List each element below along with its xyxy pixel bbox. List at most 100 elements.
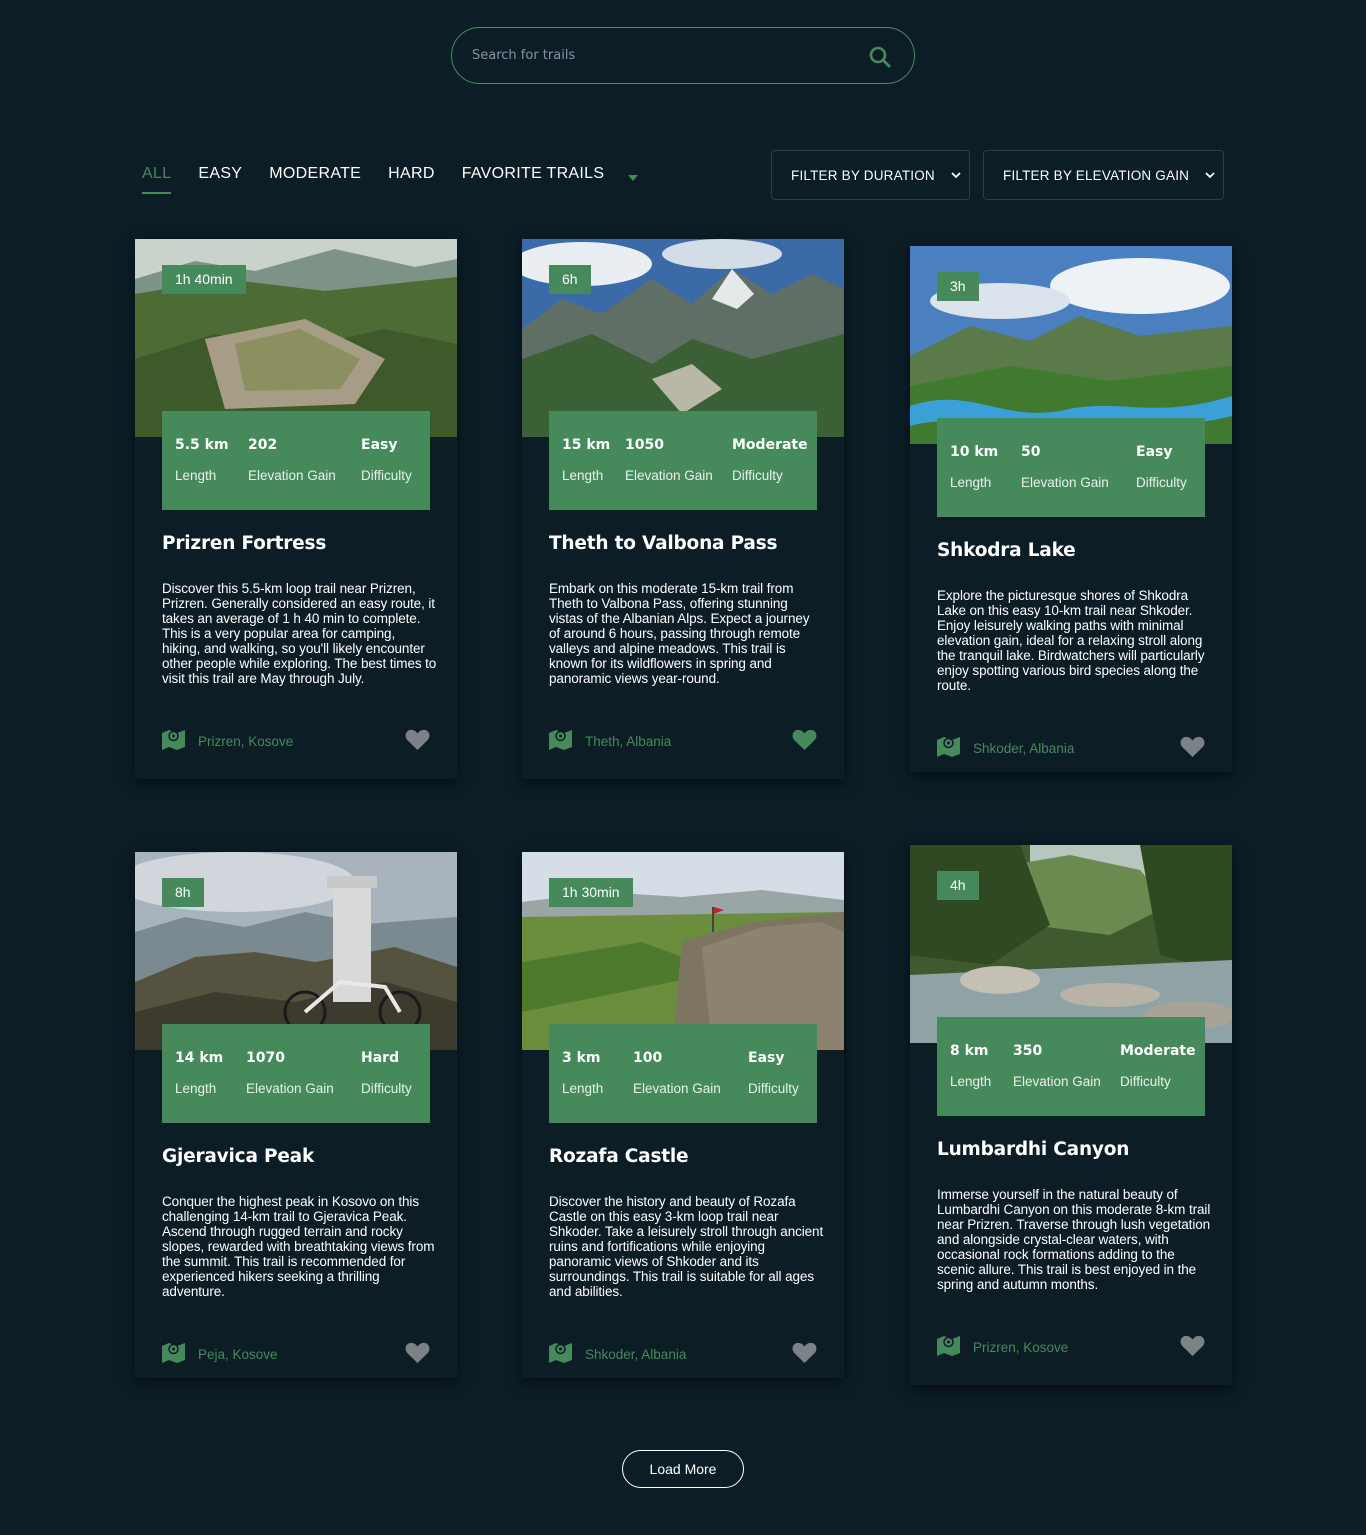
elevation-value: 100 (633, 1050, 663, 1066)
trail-title[interactable]: Gjeravica Peak (162, 1146, 314, 1167)
trail-location: Prizren, Kosove (973, 1340, 1069, 1355)
length-value: 15 km (562, 437, 611, 453)
trail-card[interactable]: 3h 10 km 50 Easy Length Elevation Gain D… (910, 246, 1232, 772)
map-icon (549, 730, 572, 750)
elevation-value: 1070 (246, 1050, 285, 1066)
search-bar (451, 27, 915, 84)
difficulty-value: Easy (1136, 444, 1173, 460)
elevation-label: Elevation Gain (1021, 475, 1109, 490)
length-label: Length (175, 1081, 217, 1096)
difficulty-label: Difficulty (361, 468, 412, 483)
trail-title[interactable]: Theth to Valbona Pass (549, 533, 778, 554)
search-icon[interactable] (868, 45, 892, 69)
difficulty-value: Easy (748, 1050, 785, 1066)
difficulty-label: Difficulty (361, 1081, 412, 1096)
trail-location: Theth, Albania (585, 734, 672, 749)
elevation-label: Elevation Gain (246, 1081, 334, 1096)
filter-elevation-label: FILTER BY ELEVATION GAIN (1003, 168, 1190, 183)
trail-stats: 14 km 1070 Hard Length Elevation Gain Di… (162, 1024, 430, 1123)
chevron-down-icon (951, 172, 961, 179)
trail-title[interactable]: Lumbardhi Canyon (937, 1139, 1129, 1160)
tab-favorite-trails[interactable]: FAVORITE TRAILS (462, 164, 605, 194)
trail-stats: 3 km 100 Easy Length Elevation Gain Diff… (549, 1024, 817, 1123)
trail-stats: 10 km 50 Easy Length Elevation Gain Diff… (937, 418, 1205, 517)
length-label: Length (562, 1081, 604, 1096)
duration-badge: 1h 30min (549, 878, 633, 907)
heart-icon[interactable] (1180, 1335, 1205, 1357)
load-more-button[interactable]: Load More (622, 1450, 744, 1488)
trail-title[interactable]: Shkodra Lake (937, 540, 1076, 561)
trail-card[interactable]: 1h 30min 3 km 100 Easy Length Elevation … (522, 852, 844, 1378)
heart-icon[interactable] (405, 1342, 430, 1364)
trail-location: Prizren, Kosove (198, 734, 294, 749)
trail-title[interactable]: Rozafa Castle (549, 1146, 689, 1167)
map-icon (937, 737, 960, 757)
difficulty-label: Difficulty (1120, 1074, 1171, 1089)
length-value: 5.5 km (175, 437, 229, 453)
difficulty-value: Moderate (1120, 1043, 1196, 1059)
difficulty-value: Hard (361, 1050, 400, 1066)
trail-location: Shkoder, Albania (973, 741, 1075, 756)
map-icon (937, 1336, 960, 1356)
difficulty-value: Moderate (732, 437, 808, 453)
chevron-down-icon (1205, 172, 1215, 179)
duration-badge: 6h (549, 265, 591, 294)
trail-description: Conquer the highest peak in Kosovo on th… (162, 1194, 435, 1299)
length-value: 10 km (950, 444, 999, 460)
trail-card[interactable]: 8h 14 km 1070 Hard Length Elevation Gain… (135, 852, 457, 1378)
map-icon (549, 1343, 572, 1363)
difficulty-value: Easy (361, 437, 398, 453)
trail-card[interactable]: 6h 15 km 1050 Moderate Length Elevation … (522, 239, 844, 779)
heart-icon[interactable] (405, 729, 430, 751)
trail-description: Discover the history and beauty of Rozaf… (549, 1194, 824, 1299)
trail-stats: 5.5 km 202 Easy Length Elevation Gain Di… (162, 411, 430, 510)
elevation-label: Elevation Gain (625, 468, 713, 483)
duration-badge: 4h (937, 871, 979, 900)
trail-description: Immerse yourself in the natural beauty o… (937, 1187, 1211, 1292)
trail-stats: 8 km 350 Moderate Length Elevation Gain … (937, 1017, 1205, 1116)
elevation-value: 202 (248, 437, 278, 453)
difficulty-tabs: ALL EASY MODERATE HARD FAVORITE TRAILS (142, 164, 631, 198)
trail-location: Peja, Kosove (198, 1347, 278, 1362)
length-label: Length (562, 468, 604, 483)
difficulty-label: Difficulty (1136, 475, 1187, 490)
trail-card[interactable]: 1h 40min 5.5 km 202 Easy Length Elevatio… (135, 239, 457, 779)
trail-location: Shkoder, Albania (585, 1347, 687, 1362)
filter-elevation-select[interactable]: FILTER BY ELEVATION GAIN (983, 150, 1224, 200)
map-icon (162, 1343, 185, 1363)
elevation-value: 1050 (625, 437, 664, 453)
tab-easy[interactable]: EASY (198, 164, 242, 194)
trail-description: Embark on this moderate 15-km trail from… (549, 581, 810, 686)
length-value: 3 km (562, 1050, 601, 1066)
length-value: 8 km (950, 1043, 989, 1059)
heart-icon[interactable] (792, 1342, 817, 1364)
heart-icon[interactable] (792, 729, 817, 751)
length-label: Length (175, 468, 217, 483)
elevation-label: Elevation Gain (633, 1081, 721, 1096)
difficulty-label: Difficulty (732, 468, 783, 483)
duration-badge: 8h (162, 878, 204, 907)
filter-duration-select[interactable]: FILTER BY DURATION (771, 150, 970, 200)
elevation-value: 350 (1013, 1043, 1043, 1059)
trail-description: Discover this 5.5-km loop trail near Pri… (162, 581, 437, 686)
trail-description: Explore the picturesque shores of Shkodr… (937, 588, 1205, 693)
tab-hard[interactable]: HARD (388, 164, 435, 194)
caret-down-icon[interactable] (627, 174, 639, 182)
length-label: Length (950, 1074, 992, 1089)
elevation-label: Elevation Gain (1013, 1074, 1101, 1089)
elevation-label: Elevation Gain (248, 468, 336, 483)
search-input[interactable] (472, 28, 862, 83)
tab-moderate[interactable]: MODERATE (269, 164, 361, 194)
difficulty-label: Difficulty (748, 1081, 799, 1096)
length-value: 14 km (175, 1050, 224, 1066)
tab-all[interactable]: ALL (142, 164, 172, 194)
length-label: Length (950, 475, 992, 490)
trail-card[interactable]: 4h 8 km 350 Moderate Length Elevation Ga… (910, 845, 1232, 1385)
heart-icon[interactable] (1180, 736, 1205, 758)
map-icon (162, 730, 185, 750)
duration-badge: 1h 40min (162, 265, 246, 294)
trail-title[interactable]: Prizren Fortress (162, 533, 326, 554)
duration-badge: 3h (937, 272, 979, 301)
trail-stats: 15 km 1050 Moderate Length Elevation Gai… (549, 411, 817, 510)
elevation-value: 50 (1021, 444, 1041, 460)
